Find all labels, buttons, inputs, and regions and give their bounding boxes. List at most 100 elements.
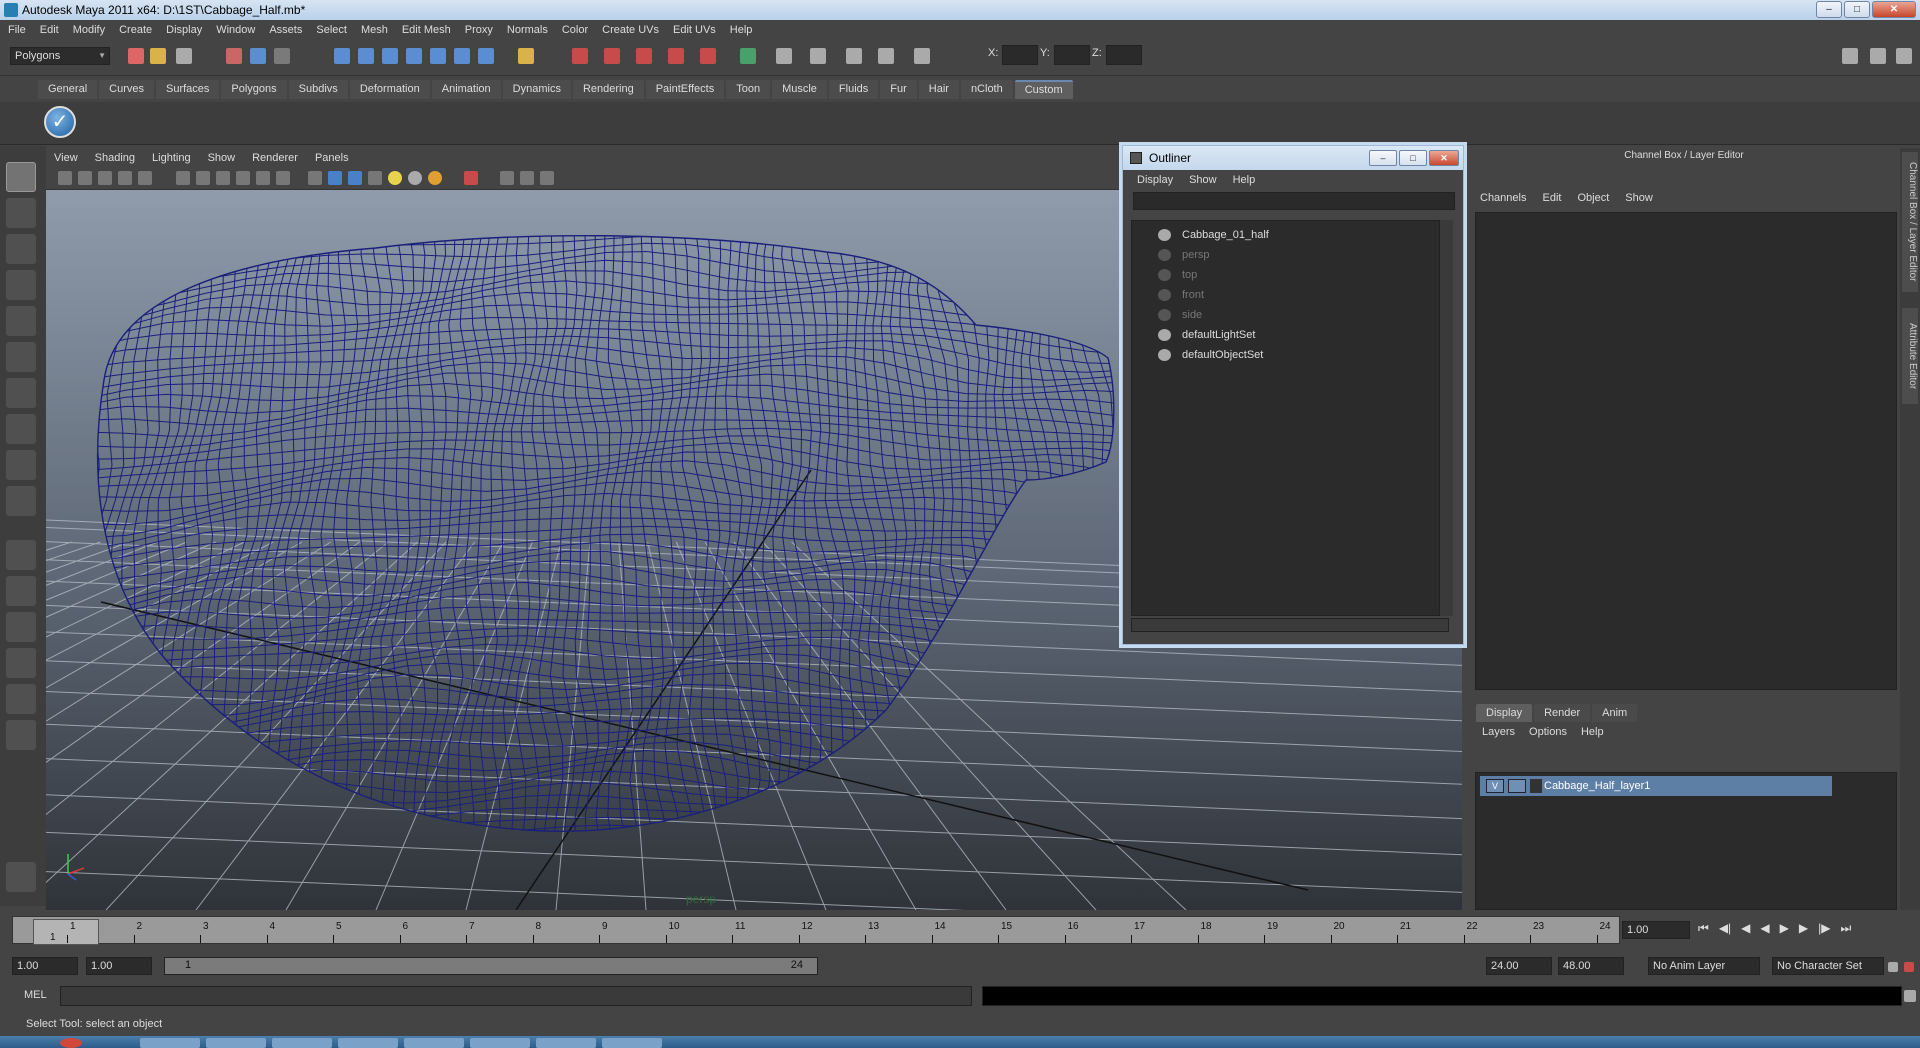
- last-tool-icon[interactable]: [6, 486, 36, 516]
- wireframe-on-shaded-icon[interactable]: [216, 171, 230, 185]
- show-attribute-icon[interactable]: [740, 48, 756, 64]
- select-component-icon[interactable]: [274, 48, 290, 64]
- universal-manipulator-icon[interactable]: [6, 378, 36, 408]
- outliner-menu-show[interactable]: Show: [1189, 170, 1217, 190]
- graph-toggle-icon[interactable]: [878, 48, 894, 64]
- render-current-icon[interactable]: [572, 48, 588, 64]
- shelf-tab-surfaces[interactable]: Surfaces: [155, 80, 220, 99]
- outliner-item[interactable]: top: [1158, 265, 1197, 285]
- layout-options-icon[interactable]: [6, 720, 36, 750]
- outliner-item[interactable]: persp: [1158, 245, 1210, 265]
- make-live-icon[interactable]: [430, 48, 446, 64]
- menu-proxy[interactable]: Proxy: [465, 24, 493, 36]
- save-scene-icon[interactable]: [176, 48, 192, 64]
- anim-layer-dropdown[interactable]: No Anim Layer: [1648, 957, 1760, 975]
- hud-toggle-icon[interactable]: [500, 171, 514, 185]
- shelf-tab-fluids[interactable]: Fluids: [828, 80, 879, 99]
- x-coordinate-field[interactable]: [1002, 45, 1038, 65]
- menu-color[interactable]: Color: [562, 24, 588, 36]
- viewport-menu-show[interactable]: Show: [208, 148, 236, 168]
- grid-toggle-icon[interactable]: [138, 171, 152, 185]
- step-back-key-icon[interactable]: ◀|: [1719, 921, 1731, 936]
- channel-menu-object[interactable]: Object: [1577, 192, 1609, 204]
- channel-layer-toggle-icon[interactable]: [1896, 48, 1912, 64]
- taskbar-item[interactable]: [338, 1038, 398, 1048]
- channel-box-side-tab[interactable]: Channel Box / Layer Editor: [1902, 152, 1918, 292]
- isolate-select-icon[interactable]: [464, 171, 478, 185]
- taskbar-item[interactable]: [140, 1038, 200, 1048]
- outliner-close-button[interactable]: ✕: [1429, 150, 1459, 166]
- taskbar-item[interactable]: [404, 1038, 464, 1048]
- channel-menu-channels[interactable]: Channels: [1480, 192, 1526, 204]
- layer-tab-render[interactable]: Render: [1534, 704, 1591, 722]
- attribute-editor-side-tab[interactable]: Attribute Editor: [1902, 308, 1918, 404]
- layer-visibility-toggle[interactable]: V: [1486, 779, 1504, 793]
- four-view-layout-icon[interactable]: [6, 576, 36, 606]
- viewport-menu-renderer[interactable]: Renderer: [252, 148, 298, 168]
- menu-create-uvs[interactable]: Create UVs: [602, 24, 659, 36]
- channel-menu-show[interactable]: Show: [1625, 192, 1653, 204]
- range-slider[interactable]: 1 24: [164, 957, 818, 975]
- shelf-tab-subdivs[interactable]: Subdivs: [288, 80, 348, 99]
- menu-assets[interactable]: Assets: [269, 24, 302, 36]
- play-forward-icon[interactable]: ▶: [1780, 921, 1789, 936]
- z-coordinate-field[interactable]: [1106, 45, 1142, 65]
- layer-menu-layers[interactable]: Layers: [1482, 726, 1515, 738]
- move-tool-icon[interactable]: [6, 270, 36, 300]
- outliner-item[interactable]: defaultObjectSet: [1158, 345, 1263, 365]
- taskbar-item[interactable]: [536, 1038, 596, 1048]
- shelf-tab-general[interactable]: General: [38, 80, 98, 99]
- character-set-dropdown[interactable]: No Character Set: [1772, 957, 1884, 975]
- start-button-icon[interactable]: [60, 1038, 82, 1048]
- menu-set-dropdown[interactable]: Polygons ▼: [10, 47, 110, 65]
- menu-normals[interactable]: Normals: [507, 24, 548, 36]
- outliner-item[interactable]: front: [1158, 285, 1204, 305]
- menu-file[interactable]: File: [8, 24, 26, 36]
- layer-tab-display[interactable]: Display: [1476, 704, 1533, 722]
- checkmark-shelf-icon[interactable]: ✓: [44, 106, 76, 138]
- resolution-gate-icon[interactable]: [520, 171, 534, 185]
- select-object-icon[interactable]: [250, 48, 266, 64]
- menu-create[interactable]: Create: [119, 24, 152, 36]
- outliner-horizontal-scrollbar[interactable]: [1131, 618, 1449, 632]
- step-back-frame-icon[interactable]: ◀: [1741, 921, 1750, 936]
- shelf-tab-painteffects[interactable]: PaintEffects: [645, 80, 725, 99]
- wireframe-mode-icon[interactable]: [176, 171, 190, 185]
- channel-box-toggle-icon[interactable]: [810, 48, 826, 64]
- texture-filter-icon[interactable]: [276, 171, 290, 185]
- menu-select[interactable]: Select: [316, 24, 347, 36]
- show-manipulator-icon[interactable]: [6, 450, 36, 480]
- bounding-box-icon[interactable]: [308, 171, 322, 185]
- shelf-tab-hair[interactable]: Hair: [918, 80, 959, 99]
- y-coordinate-field[interactable]: [1054, 45, 1090, 65]
- checker-icon[interactable]: [368, 171, 382, 185]
- image-plane-icon[interactable]: [118, 171, 132, 185]
- taskbar-item[interactable]: [470, 1038, 530, 1048]
- rotate-tool-icon[interactable]: [6, 306, 36, 336]
- smooth-shade-icon[interactable]: [196, 171, 210, 185]
- menu-edit-mesh[interactable]: Edit Mesh: [402, 24, 451, 36]
- menu-mesh[interactable]: Mesh: [361, 24, 388, 36]
- shelf-tab-curves[interactable]: Curves: [99, 80, 154, 99]
- tool-settings-toggle-icon[interactable]: [1870, 48, 1886, 64]
- start-time-field[interactable]: 1.00: [12, 957, 78, 975]
- outliner-maximize-button[interactable]: □: [1399, 150, 1427, 166]
- outliner-menu-display[interactable]: Display: [1137, 170, 1173, 190]
- viewport-menu-panels[interactable]: Panels: [315, 148, 349, 168]
- auto-key-icon[interactable]: [1888, 962, 1898, 972]
- step-forward-key-icon[interactable]: |▶: [1818, 921, 1830, 936]
- outliner-item[interactable]: defaultLightSet: [1158, 325, 1255, 345]
- attribute-editor-toggle-icon[interactable]: [1842, 48, 1858, 64]
- help-icon[interactable]: [478, 48, 494, 64]
- all-lights-icon[interactable]: [408, 171, 422, 185]
- textured-icon[interactable]: [256, 171, 270, 185]
- taskbar-item[interactable]: [206, 1038, 266, 1048]
- playback-start-field[interactable]: 1.00: [86, 957, 152, 975]
- snap-point-icon[interactable]: [382, 48, 398, 64]
- layer-menu-options[interactable]: Options: [1529, 726, 1567, 738]
- outliner-item[interactable]: Cabbage_01_half: [1158, 225, 1269, 245]
- scale-tool-icon[interactable]: [6, 342, 36, 372]
- shelf-tab-custom[interactable]: Custom: [1014, 80, 1073, 99]
- mel-label[interactable]: MEL: [24, 989, 47, 1001]
- outliner-filter-field[interactable]: [1133, 192, 1455, 210]
